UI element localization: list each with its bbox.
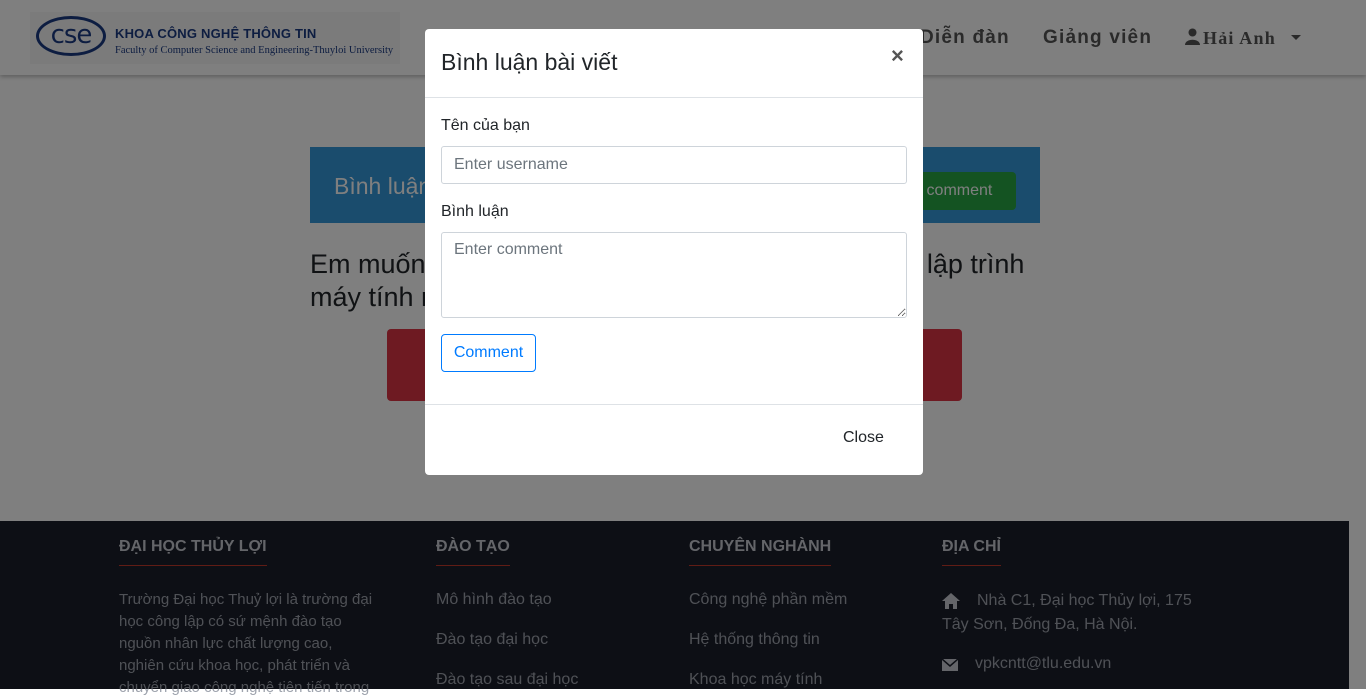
modal-title: Bình luận bài viết [441,49,618,75]
comment-label: Bình luận [441,203,509,220]
modal-footer-divider [425,404,923,405]
comment-textarea[interactable] [441,232,907,318]
close-button[interactable]: Close [843,429,884,447]
name-label: Tên của bạn [441,117,530,134]
modal-header-divider [425,97,923,98]
comment-modal: Bình luận bài viết × Tên của bạn Bình lu… [425,29,923,475]
submit-comment-button[interactable]: Comment [441,334,536,372]
close-icon[interactable]: × [891,43,904,69]
username-input[interactable] [441,146,907,184]
